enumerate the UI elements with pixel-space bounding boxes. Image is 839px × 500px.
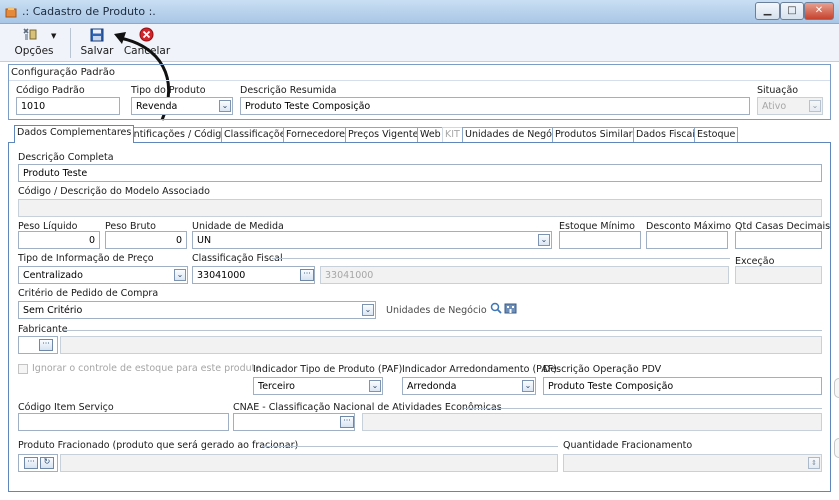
classificacao-fiscal-code-input[interactable]: 33041000 bbox=[192, 266, 315, 284]
produto-fracionado-label: Produto Fracionado (produto que será ger… bbox=[18, 440, 299, 451]
ellipsis-button[interactable]: ··· bbox=[24, 457, 38, 469]
unidades-negocio-label: Unidades de Negócio bbox=[386, 305, 487, 316]
classificacao-fiscal-label: Classificação Fiscal bbox=[192, 253, 283, 264]
minimize-button[interactable]: ▁ bbox=[755, 2, 780, 20]
window-title: .: Cadastro de Produto :. bbox=[22, 5, 156, 18]
descricao-resumida-input[interactable]: Produto Teste Composição bbox=[240, 97, 750, 115]
config-section-title: Configuração Padrão bbox=[11, 67, 115, 78]
tipo-produto-label: Tipo do Produto bbox=[131, 85, 206, 96]
indicador-arred-select[interactable]: Arredonda bbox=[402, 377, 536, 395]
divider bbox=[64, 330, 822, 331]
produto-fracionado-desc-input[interactable] bbox=[60, 454, 558, 472]
tipo-info-preco-value: Centralizado bbox=[23, 270, 83, 281]
criterio-label: Critério de Pedido de Compra bbox=[18, 288, 159, 299]
tab-dados-fiscais[interactable]: Dados Fiscais bbox=[633, 127, 703, 142]
modelo-label: Código / Descrição do Modelo Associado bbox=[18, 186, 210, 197]
options-button[interactable]: ▼ Opções bbox=[8, 25, 60, 59]
classificacao-fiscal-desc-input[interactable]: 33041000 bbox=[320, 266, 729, 284]
tab-web[interactable]: Web bbox=[417, 127, 444, 142]
excecao-input[interactable] bbox=[735, 266, 822, 284]
ignorar-estoque-checkbox[interactable] bbox=[18, 364, 28, 374]
divider bbox=[9, 80, 830, 81]
building-icon[interactable] bbox=[504, 302, 517, 314]
codigo-padrao-input[interactable]: 1010 bbox=[16, 97, 120, 115]
divider bbox=[464, 408, 822, 409]
fabricante-label: Fabricante bbox=[18, 324, 68, 335]
chevron-down-icon: ▼ bbox=[51, 32, 57, 40]
descricao-pdv-label: Descrição Operação PDV bbox=[543, 364, 662, 375]
refresh-icon[interactable]: ↻ bbox=[40, 457, 54, 469]
codigo-padrao-label: Código Padrão bbox=[16, 85, 85, 96]
chevron-down-icon[interactable]: ⌄ bbox=[522, 380, 534, 392]
divider bbox=[262, 446, 558, 447]
chevron-down-icon[interactable]: ⌄ bbox=[174, 269, 186, 281]
unidade-medida-value: UN bbox=[197, 235, 212, 246]
situacao-label: Situação bbox=[757, 85, 799, 96]
quantidade-fracionamento-input[interactable] bbox=[563, 454, 822, 472]
descricao-resumida-label: Descrição Resumida bbox=[240, 85, 337, 96]
criterio-value: Sem Critério bbox=[23, 305, 83, 316]
chevron-down-icon[interactable]: ⌄ bbox=[538, 234, 550, 246]
chevron-down-icon[interactable]: ⌄ bbox=[809, 100, 821, 112]
situacao-value: Ativo bbox=[762, 101, 787, 112]
peso-liquido-input[interactable]: 0 bbox=[18, 231, 100, 249]
options-label: Opções bbox=[14, 45, 54, 57]
codigo-item-servico-label: Código Item Serviço bbox=[18, 402, 114, 413]
tab-estoque[interactable]: Estoque bbox=[694, 127, 739, 142]
scroll-knob bbox=[834, 438, 839, 458]
scroll-knob bbox=[834, 378, 839, 398]
indicador-tipo-select[interactable]: Terceiro bbox=[253, 377, 383, 395]
tipo-produto-select[interactable]: Revenda bbox=[131, 97, 233, 115]
codigo-item-servico-input[interactable] bbox=[18, 413, 229, 431]
floppy-icon bbox=[90, 28, 104, 42]
descricao-completa-input[interactable]: Produto Teste bbox=[18, 164, 822, 182]
ellipsis-button[interactable]: ··· bbox=[300, 269, 314, 281]
chevron-down-icon[interactable]: ⌄ bbox=[369, 380, 381, 392]
cnae-label: CNAE - Classificação Nacional de Ativida… bbox=[233, 402, 502, 413]
app-icon bbox=[5, 7, 17, 18]
maximize-button[interactable]: □ bbox=[780, 2, 804, 20]
tipo-info-preco-select[interactable]: Centralizado bbox=[18, 266, 188, 284]
toolbar-separator bbox=[70, 28, 71, 58]
criterio-select[interactable]: Sem Critério bbox=[18, 301, 376, 319]
qtd-casas-input[interactable] bbox=[735, 231, 822, 249]
tipo-produto-value: Revenda bbox=[136, 101, 178, 112]
cnae-code-input[interactable] bbox=[233, 413, 355, 431]
desconto-maximo-input[interactable] bbox=[646, 231, 728, 249]
tab-precos-vigentes[interactable]: Preços Vigentes bbox=[345, 127, 427, 142]
cnae-desc-input[interactable] bbox=[362, 413, 822, 431]
indicador-arred-value: Arredonda bbox=[407, 381, 457, 392]
estoque-minimo-input[interactable] bbox=[559, 231, 641, 249]
indicador-tipo-label: Indicador Tipo de Produto (PAF) bbox=[253, 364, 403, 375]
tab-dados-complementares[interactable]: Dados Complementares bbox=[14, 125, 135, 143]
chevron-down-icon[interactable]: ⌄ bbox=[219, 100, 231, 112]
tools-icon bbox=[23, 28, 37, 40]
spinner-icon[interactable]: ⇕ bbox=[808, 457, 820, 469]
fabricante-desc-input[interactable] bbox=[60, 336, 822, 354]
close-button[interactable]: ✕ bbox=[804, 2, 834, 20]
tipo-info-preco-label: Tipo de Informação de Preço bbox=[18, 253, 154, 264]
descricao-pdv-input[interactable]: Produto Teste Composição bbox=[543, 377, 822, 395]
divider bbox=[272, 258, 730, 259]
indicador-tipo-value: Terceiro bbox=[258, 381, 295, 392]
tab-fornecedores[interactable]: Fornecedores bbox=[283, 127, 353, 142]
ignorar-estoque-label: Ignorar o controle de estoque para este … bbox=[32, 363, 262, 374]
peso-bruto-input[interactable]: 0 bbox=[105, 231, 187, 249]
indicador-arred-label: Indicador Arredondamento (PAF) bbox=[402, 364, 557, 375]
descricao-completa-label: Descrição Completa bbox=[18, 152, 114, 163]
tab-kit[interactable]: KIT bbox=[442, 127, 463, 142]
ellipsis-button[interactable]: ··· bbox=[340, 416, 354, 428]
ellipsis-button[interactable]: ··· bbox=[39, 339, 53, 351]
search-icon[interactable] bbox=[490, 302, 502, 314]
chevron-down-icon[interactable]: ⌄ bbox=[362, 304, 374, 316]
unidade-medida-select[interactable]: UN bbox=[192, 231, 552, 249]
quantidade-fracionamento-label: Quantidade Fracionamento bbox=[563, 440, 693, 451]
modelo-input[interactable] bbox=[18, 199, 822, 217]
